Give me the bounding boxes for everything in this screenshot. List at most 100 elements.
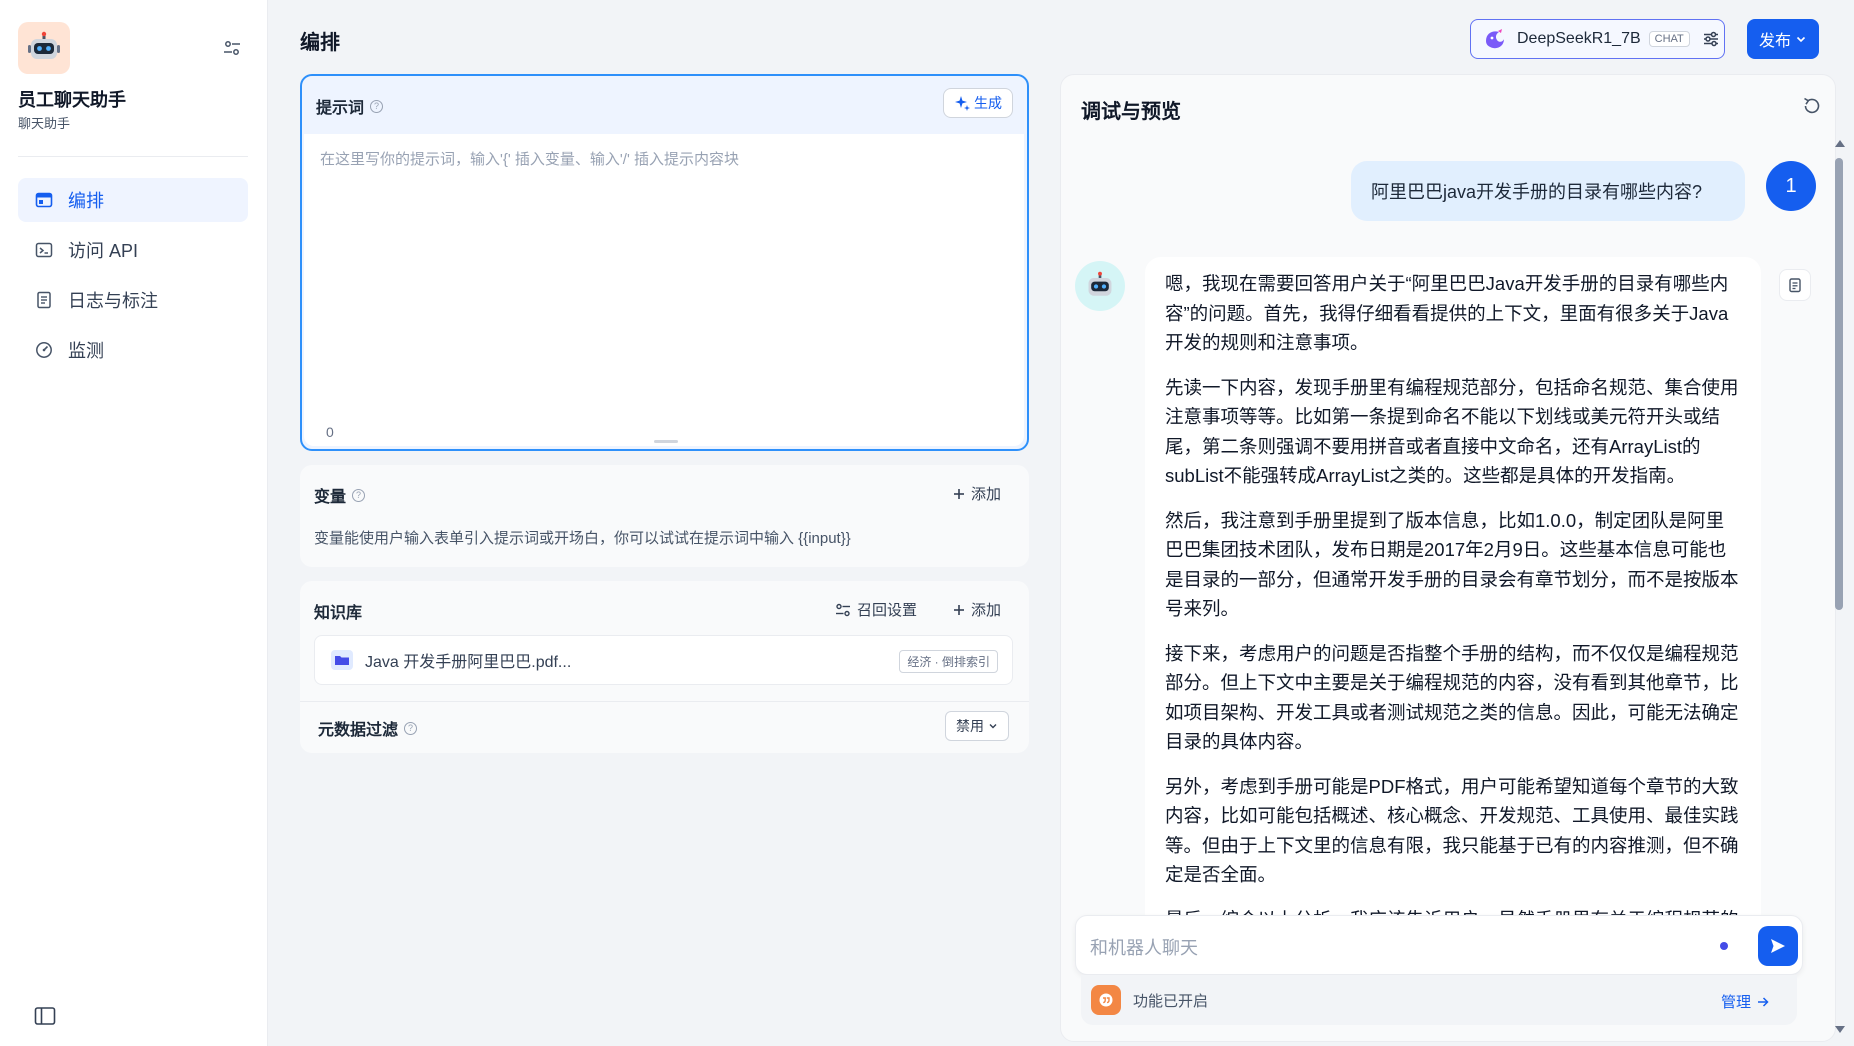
metadata-filter-title: 元数据过滤 ? bbox=[318, 716, 418, 740]
manage-label: 管理 bbox=[1720, 994, 1751, 1011]
bot-paragraph: 接下来，考虑用户的问题是否指整个手册的结构，而不仅仅是编程规范部分。但上下文中主… bbox=[1165, 642, 1739, 753]
voice-input-icon[interactable] bbox=[1720, 942, 1728, 950]
recall-settings-label: 召回设置 bbox=[856, 602, 917, 619]
sidebar-item-label: 编排 bbox=[68, 191, 104, 211]
generate-prompt-button[interactable]: 生成 bbox=[943, 88, 1013, 118]
bot-paragraph: 先读一下内容，发现手册里有编程规范部分，包括命名规范、集合使用注意事项等等。比如… bbox=[1165, 376, 1739, 487]
debug-preview-panel: 调试与预览 阿里巴巴java开发手册的目录有哪些内容? 1 嗯，我现在需要回答用… bbox=[1060, 74, 1836, 1042]
gauge-icon bbox=[34, 340, 54, 360]
add-knowledge-button[interactable]: 添加 bbox=[953, 599, 1001, 620]
sidebar-item-logs[interactable]: 日志与标注 bbox=[18, 278, 248, 322]
app-type: 聊天助手 bbox=[18, 116, 71, 131]
model-name: DeepSeekR1_7B bbox=[1517, 30, 1641, 47]
add-knowledge-label: 添加 bbox=[970, 602, 1001, 619]
help-icon[interactable]: ? bbox=[352, 488, 366, 502]
prompt-placeholder: 在这里写你的提示词，输入'{' 插入变量、输入'/' 插入提示内容块 bbox=[320, 151, 739, 168]
sidebar-item-api[interactable]: 访问 API bbox=[18, 228, 248, 272]
bot-paragraph: 然后，我注意到手册里提到了版本信息，比如1.0.0，制定团队是阿里巴巴集团技术团… bbox=[1165, 509, 1739, 620]
scroll-thumb[interactable] bbox=[1835, 158, 1843, 610]
layout-icon bbox=[34, 190, 54, 210]
variables-label: 变量 bbox=[314, 489, 347, 506]
sidebar-item-monitor[interactable]: 监测 bbox=[18, 328, 248, 372]
clipboard-icon bbox=[1789, 278, 1801, 293]
terminal-icon bbox=[34, 240, 54, 260]
sliders-icon[interactable] bbox=[222, 38, 242, 58]
refresh-icon[interactable] bbox=[1801, 95, 1823, 117]
copy-message-button[interactable] bbox=[1779, 269, 1811, 301]
sidebar: 员工聊天助手 聊天助手 编排 访问 API 日志与标注 监测 bbox=[0, 0, 268, 1046]
prompt-card: 提示词 ? 生成 在这里写你的提示词，输入'{' 插入变量、输入'/' 插入提示… bbox=[300, 74, 1029, 451]
sparkle-icon bbox=[955, 96, 970, 111]
knowledge-item-name: Java 开发手册阿里巴巴.pdf... bbox=[365, 654, 572, 671]
preview-scrollbar[interactable] bbox=[1832, 136, 1846, 1042]
knowledge-title: 知识库 bbox=[314, 599, 362, 623]
features-status: 功能已开启 bbox=[1133, 992, 1209, 1010]
deepseek-logo-icon bbox=[1486, 29, 1504, 49]
bot-paragraph: 另外，考虑到手册可能是PDF格式，用户可能希望知道每个章节的大致内容，比如可能包… bbox=[1165, 775, 1739, 886]
manage-features-link[interactable]: 管理 bbox=[1721, 991, 1769, 1012]
preview-title: 调试与预览 bbox=[1081, 101, 1181, 123]
publish-button[interactable]: 发布 bbox=[1747, 19, 1819, 59]
scroll-up-arrow-icon[interactable] bbox=[1835, 140, 1845, 147]
sidebar-item-orchestrate[interactable]: 编排 bbox=[18, 178, 248, 222]
sidebar-item-label: 访问 API bbox=[68, 241, 139, 261]
robot-icon bbox=[28, 31, 60, 59]
add-variable-label: 添加 bbox=[970, 486, 1001, 503]
sidebar-item-label: 日志与标注 bbox=[68, 291, 158, 311]
metadata-filter-value: 禁用 bbox=[956, 718, 984, 734]
variables-description: 变量能使用户输入表单引入提示词或开场白，你可以试试在提示词中输入 {{input… bbox=[314, 530, 851, 547]
publish-label: 发布 bbox=[1758, 33, 1791, 50]
generate-label: 生成 bbox=[974, 95, 1002, 111]
app-avatar[interactable] bbox=[18, 22, 70, 74]
variables-title: 变量 ? bbox=[314, 483, 366, 507]
features-icon bbox=[1091, 985, 1121, 1015]
knowledge-item[interactable]: Java 开发手册阿里巴巴.pdf... 经济 · 倒排索引 bbox=[314, 635, 1013, 685]
scroll-down-arrow-icon[interactable] bbox=[1835, 1026, 1845, 1033]
metadata-filter-label: 元数据过滤 bbox=[318, 722, 399, 739]
user-message: 阿里巴巴java开发手册的目录有哪些内容? bbox=[1351, 161, 1745, 221]
document-icon bbox=[34, 290, 54, 310]
plus-icon bbox=[953, 488, 964, 499]
arrow-right-icon bbox=[1758, 996, 1769, 1007]
robot-icon bbox=[1088, 271, 1112, 296]
knowledge-label: 知识库 bbox=[314, 605, 363, 622]
chat-input[interactable]: 和机器人聊天 bbox=[1075, 915, 1803, 975]
resize-handle[interactable] bbox=[654, 440, 678, 443]
metadata-filter-select[interactable]: 禁用 bbox=[945, 711, 1009, 741]
help-icon[interactable]: ? bbox=[370, 99, 384, 113]
send-button[interactable] bbox=[1758, 926, 1798, 966]
recall-settings-icon bbox=[835, 603, 850, 616]
recall-settings-button[interactable]: 召回设置 bbox=[835, 599, 917, 620]
prompt-label-text: 提示词 bbox=[316, 100, 365, 117]
page-title: 编排 bbox=[300, 32, 340, 54]
plus-icon bbox=[953, 604, 964, 615]
sidebar-item-label: 监测 bbox=[68, 341, 104, 361]
sidebar-divider bbox=[18, 156, 248, 157]
knowledge-card: 知识库 召回设置 添加 Java 开发手册阿里巴巴.pdf... 经济 · 倒排… bbox=[300, 581, 1029, 753]
model-settings-icon[interactable] bbox=[1702, 30, 1720, 48]
model-mode-badge: CHAT bbox=[1648, 31, 1690, 47]
user-avatar: 1 bbox=[1766, 161, 1816, 211]
prompt-char-count: 0 bbox=[326, 424, 334, 440]
folder-icon bbox=[331, 650, 353, 670]
send-icon bbox=[1771, 939, 1785, 953]
prompt-textarea[interactable]: 在这里写你的提示词，输入'{' 插入变量、输入'/' 插入提示内容块 0 bbox=[304, 134, 1024, 446]
model-selector[interactable]: DeepSeekR1_7B CHAT bbox=[1470, 19, 1725, 59]
bot-avatar bbox=[1075, 261, 1125, 311]
help-icon[interactable]: ? bbox=[404, 721, 418, 735]
knowledge-item-tag: 经济 · 倒排索引 bbox=[899, 650, 998, 673]
variables-card: 变量 ? 添加 变量能使用户输入表单引入提示词或开场白，你可以试试在提示词中输入… bbox=[300, 465, 1029, 567]
chevron-down-icon bbox=[989, 724, 997, 729]
sidebar-nav: 编排 访问 API 日志与标注 监测 bbox=[18, 178, 248, 378]
chat-input-placeholder: 和机器人聊天 bbox=[1090, 938, 1198, 958]
add-variable-button[interactable]: 添加 bbox=[953, 483, 1001, 504]
sidebar-collapse-icon[interactable] bbox=[34, 1006, 56, 1026]
features-bar: 功能已开启 管理 bbox=[1081, 975, 1797, 1025]
prompt-label: 提示词 ? bbox=[316, 94, 384, 118]
quote-icon bbox=[1099, 993, 1113, 1007]
bot-paragraph: 嗯，我现在需要回答用户关于“阿里巴巴Java开发手册的目录有哪些内容”的问题。首… bbox=[1165, 273, 1729, 353]
chevron-down-icon bbox=[1796, 36, 1806, 43]
bot-message: 嗯，我现在需要回答用户关于“阿里巴巴Java开发手册的目录有哪些内容”的问题。首… bbox=[1145, 257, 1761, 977]
knowledge-divider bbox=[300, 701, 1029, 702]
app-name: 员工聊天助手 bbox=[18, 90, 126, 110]
